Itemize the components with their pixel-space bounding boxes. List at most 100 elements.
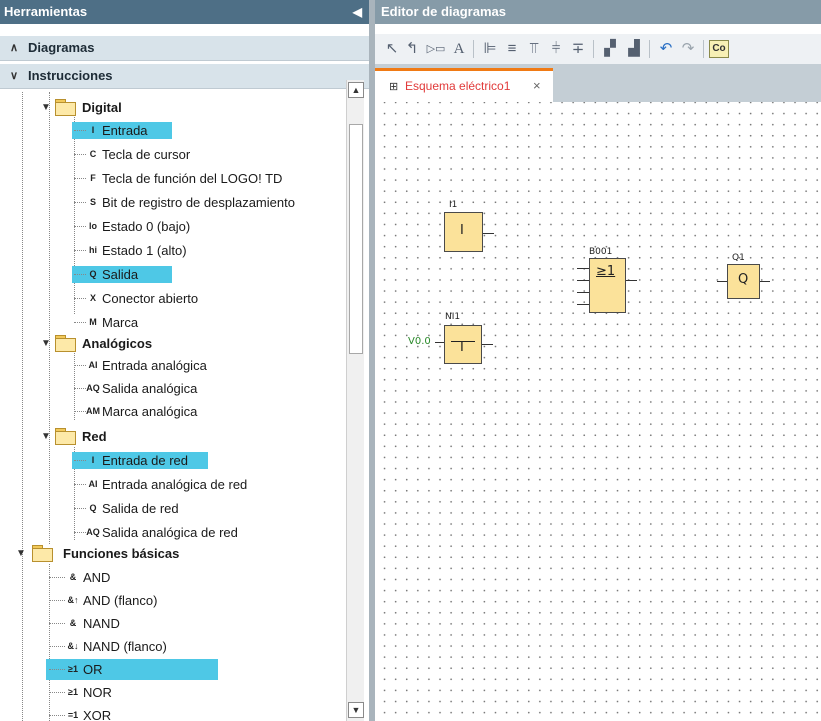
tree-item-label: AND xyxy=(83,570,111,585)
block-label-b001: B001 xyxy=(589,247,613,257)
chevron-up-icon: ∧ xyxy=(10,42,19,54)
tree-item-bit-registro[interactable]: S Bit de registro de desplazamiento xyxy=(0,191,345,214)
tree-item-label: OR xyxy=(83,662,103,677)
network-analog-input-icon: AI xyxy=(88,479,98,489)
close-tab-icon[interactable]: × xyxy=(533,78,541,93)
block-label-i1: I1 xyxy=(449,200,458,210)
section-instrucciones[interactable]: ∨ Instrucciones xyxy=(0,64,369,89)
block-q1[interactable]: Q xyxy=(727,264,760,299)
group-icon[interactable]: ▞ xyxy=(601,39,619,59)
distribute-horizontal-icon[interactable]: ⫩ xyxy=(547,39,565,59)
input-icon: I xyxy=(91,125,95,135)
tree-item-estado-0[interactable]: lo Estado 0 (bajo) xyxy=(0,215,345,238)
and-icon: & xyxy=(69,572,77,582)
network-analog-output-icon: AQ xyxy=(86,527,100,537)
output-pin xyxy=(482,344,493,345)
tree-item-tecla-cursor[interactable]: C Tecla de cursor xyxy=(0,143,345,166)
tree-item-entrada-analogica-red[interactable]: AI Entrada analógica de red xyxy=(0,473,345,496)
input-pin xyxy=(435,342,444,343)
nand-icon: & xyxy=(69,618,77,628)
tree-item-entrada-analogica[interactable]: AI Entrada analógica xyxy=(0,354,345,377)
distribute-vertical-icon[interactable]: ∓ xyxy=(569,39,587,59)
tools-panel: Herramientas ◀ ∧ Diagramas ∨ Instruccion… xyxy=(0,0,369,721)
align-top-icon[interactable]: ⫪ xyxy=(525,39,543,59)
tree-scrollbar[interactable]: ▲ ▼ xyxy=(346,80,364,721)
tree-item-label: Tecla de función del LOGO! TD xyxy=(102,171,283,186)
diagram-canvas[interactable]: I1 I B001 ≥1 Q1 Q NI1 V0.0 I xyxy=(375,102,821,721)
connect-icon[interactable]: ↰ xyxy=(403,39,421,59)
tree-item-marca-analogica[interactable]: AM Marca analógica xyxy=(0,400,345,423)
tree-item-entrada[interactable]: I Entrada xyxy=(0,119,345,142)
tree-group-label: Digital xyxy=(82,100,122,115)
block-i1[interactable]: I xyxy=(444,212,483,252)
tree-item-entrada-red[interactable]: I Entrada de red xyxy=(0,449,345,472)
tree-item-salida-analogica[interactable]: AQ Salida analógica xyxy=(0,377,345,400)
tree-item-estado-1[interactable]: hi Estado 1 (alto) xyxy=(0,239,345,262)
expand-triangle-icon[interactable]: ▼ xyxy=(41,425,51,448)
tree-item-or[interactable]: ≥1 OR xyxy=(0,658,345,681)
input-pin xyxy=(717,281,727,282)
co-button[interactable]: Co xyxy=(709,40,729,58)
block-label-q1: Q1 xyxy=(732,253,745,263)
tree-item-label: NAND (flanco) xyxy=(83,639,167,654)
diagram-editor-panel: Editor de diagramas ↖ ↰ ▷▭ A ⊫ ≡ ⫪ ⫩ ∓ ▞… xyxy=(375,0,821,721)
block-label-ni1: NI1 xyxy=(445,312,461,322)
output-pin xyxy=(626,280,637,281)
scroll-down-icon[interactable]: ▼ xyxy=(348,702,364,718)
tree-group-analogicos[interactable]: ▼ Analógicos xyxy=(0,332,345,355)
tree-item-marca[interactable]: M Marca xyxy=(0,311,345,334)
align-center-icon[interactable]: ≡ xyxy=(503,39,521,59)
tree-item-label: AND (flanco) xyxy=(83,593,158,608)
tree-item-salida-analogica-red[interactable]: AQ Salida analógica de red xyxy=(0,521,345,544)
editor-tabstrip: ⊞ Esquema eléctrico1 × xyxy=(375,64,821,102)
scroll-up-icon[interactable]: ▲ xyxy=(348,82,364,98)
tree-item-label: Tecla de cursor xyxy=(102,147,191,162)
expand-triangle-icon[interactable]: ▼ xyxy=(16,542,26,565)
tree-item-salida[interactable]: Q Salida xyxy=(0,263,345,286)
tree-item-salida-red[interactable]: Q Salida de red xyxy=(0,497,345,520)
function-key-icon: F xyxy=(90,173,96,183)
input-pin xyxy=(577,292,589,293)
tree-item-label: Marca analógica xyxy=(102,404,198,419)
network-output-icon: Q xyxy=(89,503,97,513)
tree-item-label: Marca xyxy=(102,315,139,330)
tree-group-red[interactable]: ▼ Red xyxy=(0,425,345,448)
high-state-icon: hi xyxy=(89,245,97,255)
nor-icon: ≥1 xyxy=(68,687,78,697)
network-input-icon: I xyxy=(91,455,95,465)
nand-edge-icon: &↓ xyxy=(67,641,79,651)
scrollbar-thumb[interactable] xyxy=(349,124,363,354)
tree-item-label: Estado 0 (bajo) xyxy=(102,219,191,234)
undo-icon[interactable]: ↶ xyxy=(657,39,675,59)
align-left-icon[interactable]: ⊫ xyxy=(481,39,499,59)
tree-item-and[interactable]: & AND xyxy=(0,566,345,589)
tab-esquema-electrico1[interactable]: ⊞ Esquema eléctrico1 × xyxy=(375,68,553,102)
tree-item-and-flanco[interactable]: &↑ AND (flanco) xyxy=(0,589,345,612)
expand-triangle-icon[interactable]: ▼ xyxy=(41,96,51,119)
tree-item-xor[interactable]: =1 XOR xyxy=(0,704,345,721)
tree-item-nand-flanco[interactable]: &↓ NAND (flanco) xyxy=(0,635,345,658)
ungroup-icon[interactable]: ▟ xyxy=(625,39,643,59)
block-b001-or[interactable]: ≥1 xyxy=(589,258,626,313)
input-pin xyxy=(577,304,589,305)
expand-triangle-icon[interactable]: ▼ xyxy=(41,332,51,355)
block-symbol: I xyxy=(460,340,464,355)
collapse-panel-icon[interactable]: ◀ xyxy=(353,0,362,24)
tree-group-digital[interactable]: ▼ Digital xyxy=(0,96,345,119)
select-pointer-icon[interactable]: ↖ xyxy=(383,39,401,59)
open-connector-icon: X xyxy=(89,293,96,303)
tree-item-nor[interactable]: ≥1 NOR xyxy=(0,681,345,704)
tree-item-label: Entrada analógica de red xyxy=(102,477,248,492)
tree-item-tecla-funcion[interactable]: F Tecla de función del LOGO! TD xyxy=(0,167,345,190)
block-number-icon[interactable]: ▷▭ xyxy=(425,39,447,59)
text-tool-icon[interactable]: A xyxy=(451,39,467,59)
tree-item-label: Salida de red xyxy=(102,501,179,516)
tree-item-nand[interactable]: & NAND xyxy=(0,612,345,635)
redo-icon[interactable]: ↷ xyxy=(679,39,697,59)
folder-icon xyxy=(55,99,76,116)
block-ni1[interactable]: I xyxy=(444,325,482,364)
section-diagramas[interactable]: ∧ Diagramas xyxy=(0,36,369,61)
tree-group-label: Funciones básicas xyxy=(63,546,180,561)
tree-group-funciones-basicas[interactable]: ▼ Funciones básicas xyxy=(0,542,345,565)
tree-item-conector-abierto[interactable]: X Conector abierto xyxy=(0,287,345,310)
